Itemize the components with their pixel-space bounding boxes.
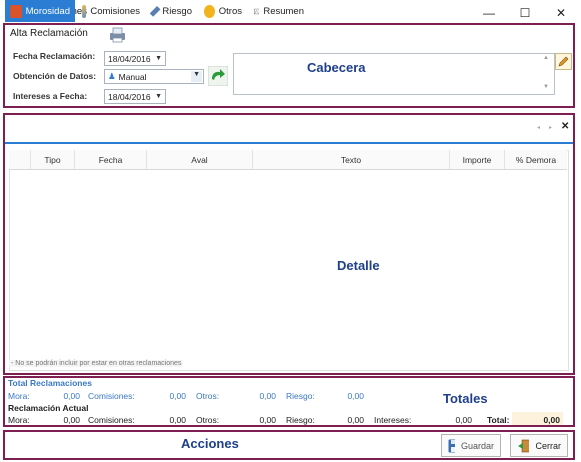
tab-comisiones[interactable]: Comisiones: [77, 0, 145, 22]
fecha-reclamacion-label: Fecha Reclamación:: [13, 51, 96, 61]
actions-annotation: Acciones: [181, 436, 239, 451]
column-header[interactable]: Importe: [450, 150, 505, 169]
scroll-down-icon[interactable]: ▼: [543, 84, 549, 90]
floppy-disk-icon: [448, 439, 455, 452]
total-riesgo-value: 0,00: [347, 391, 364, 401]
actual-riesgo-label: Riesgo:: [286, 415, 315, 425]
close-button[interactable]: Cerrar: [510, 434, 568, 457]
user-icon: ♟: [108, 71, 116, 81]
actual-mora-label: Mora:: [8, 415, 30, 425]
edit-pencil-icon[interactable]: [555, 53, 572, 70]
actual-comisiones-value: 0,00: [169, 415, 186, 425]
tab-label: Otros: [218, 5, 242, 17]
actual-otros-label: Otros:: [196, 415, 220, 425]
exit-door-icon: [518, 439, 530, 452]
save-button[interactable]: Guardar: [441, 434, 501, 457]
reclamacion-actual-title: Reclamación Actual: [8, 403, 89, 413]
actual-total-value: 0,00: [543, 415, 560, 425]
total-comisiones-value: 0,00: [169, 391, 186, 401]
obtencion-datos-value: Manual: [118, 71, 147, 82]
tab-label: Comisiones: [90, 5, 140, 17]
actual-total-label: Total:: [487, 415, 510, 425]
coin-icon: [204, 4, 215, 18]
tab-scroll-left-icon[interactable]: ◂: [537, 124, 540, 131]
obtencion-datos-label: Obtención de Datos:: [13, 71, 97, 81]
tab-label: Morosidad: [25, 5, 70, 17]
printer-icon[interactable]: [108, 27, 128, 43]
total-otros-label: Otros:: [196, 391, 220, 401]
tab-resumen[interactable]: Resumen: [249, 0, 309, 22]
totals-annotation: Totales: [443, 391, 488, 406]
fecha-reclamacion-picker[interactable]: 18/04/2016 ▼: [104, 51, 166, 66]
chevron-down-icon: ▼: [155, 93, 162, 100]
column-header[interactable]: Aval: [147, 150, 253, 169]
actual-comisiones-label: Comisiones:: [88, 415, 135, 425]
actual-intereses-value: 0,00: [455, 415, 472, 425]
tag-icon: [149, 5, 161, 17]
actual-otros-value: 0,00: [259, 415, 276, 425]
grid-footnote: - No se podrán incluir por estar en otra…: [9, 360, 184, 367]
fecha-reclamacion-value: 18/04/2016: [108, 53, 151, 64]
pencil-icon: [82, 4, 87, 18]
tab-strip: [5, 118, 573, 144]
total-reclamaciones-title: Total Reclamaciones: [8, 378, 92, 388]
column-header[interactable]: % Demora: [505, 150, 567, 169]
total-mora-value: 0,00: [63, 391, 80, 401]
header-annotation: Cabecera: [307, 60, 366, 75]
scroll-up-icon[interactable]: ▲: [543, 55, 549, 61]
detail-annotation: Detalle: [337, 258, 380, 273]
tab-riesgo[interactable]: Riesgo: [147, 0, 197, 22]
intereses-fecha-value: 18/04/2016: [108, 91, 151, 102]
tab-scroll-right-icon[interactable]: ▸: [549, 124, 552, 131]
header-caption: Alta Reclamación: [10, 28, 88, 39]
total-otros-value: 0,00: [259, 391, 276, 401]
intereses-fecha-picker[interactable]: 18/04/2016 ▼: [104, 89, 166, 104]
chart-icon: [254, 8, 260, 14]
book-icon: [10, 4, 22, 18]
detail-grid[interactable]: [9, 150, 569, 371]
column-header[interactable]: Fecha: [75, 150, 147, 169]
notes-textarea[interactable]: [233, 53, 555, 95]
total-riesgo-label: Riesgo:: [286, 391, 315, 401]
total-comisiones-label: Comisiones:: [88, 391, 135, 401]
actual-intereses-label: Intereses:: [374, 415, 412, 425]
save-button-label: Guardar: [460, 440, 494, 451]
total-mora-label: Mora:: [8, 391, 30, 401]
actual-riesgo-value: 0,00: [347, 415, 364, 425]
column-header[interactable]: Texto: [253, 150, 450, 169]
actual-mora-value: 0,00: [63, 415, 80, 425]
intereses-fecha-label: Intereses a Fecha:: [13, 91, 88, 101]
grid-selector-column: [9, 150, 31, 169]
tab-otros[interactable]: Otros: [199, 0, 247, 22]
chevron-down-icon: ▼: [191, 71, 202, 82]
chevron-down-icon: ▼: [155, 55, 162, 62]
obtencion-datos-select[interactable]: ♟ Manual ▼: [104, 69, 204, 84]
refresh-icon[interactable]: [208, 66, 228, 86]
tab-label: Riesgo: [162, 5, 192, 17]
tab-label: Resumen: [263, 5, 304, 17]
close-button-label: Cerrar: [535, 440, 561, 451]
tab-close-icon[interactable]: ✕: [561, 121, 569, 132]
tab-morosidad[interactable]: Morosidad: [5, 0, 75, 22]
column-header[interactable]: Tipo: [31, 150, 75, 169]
